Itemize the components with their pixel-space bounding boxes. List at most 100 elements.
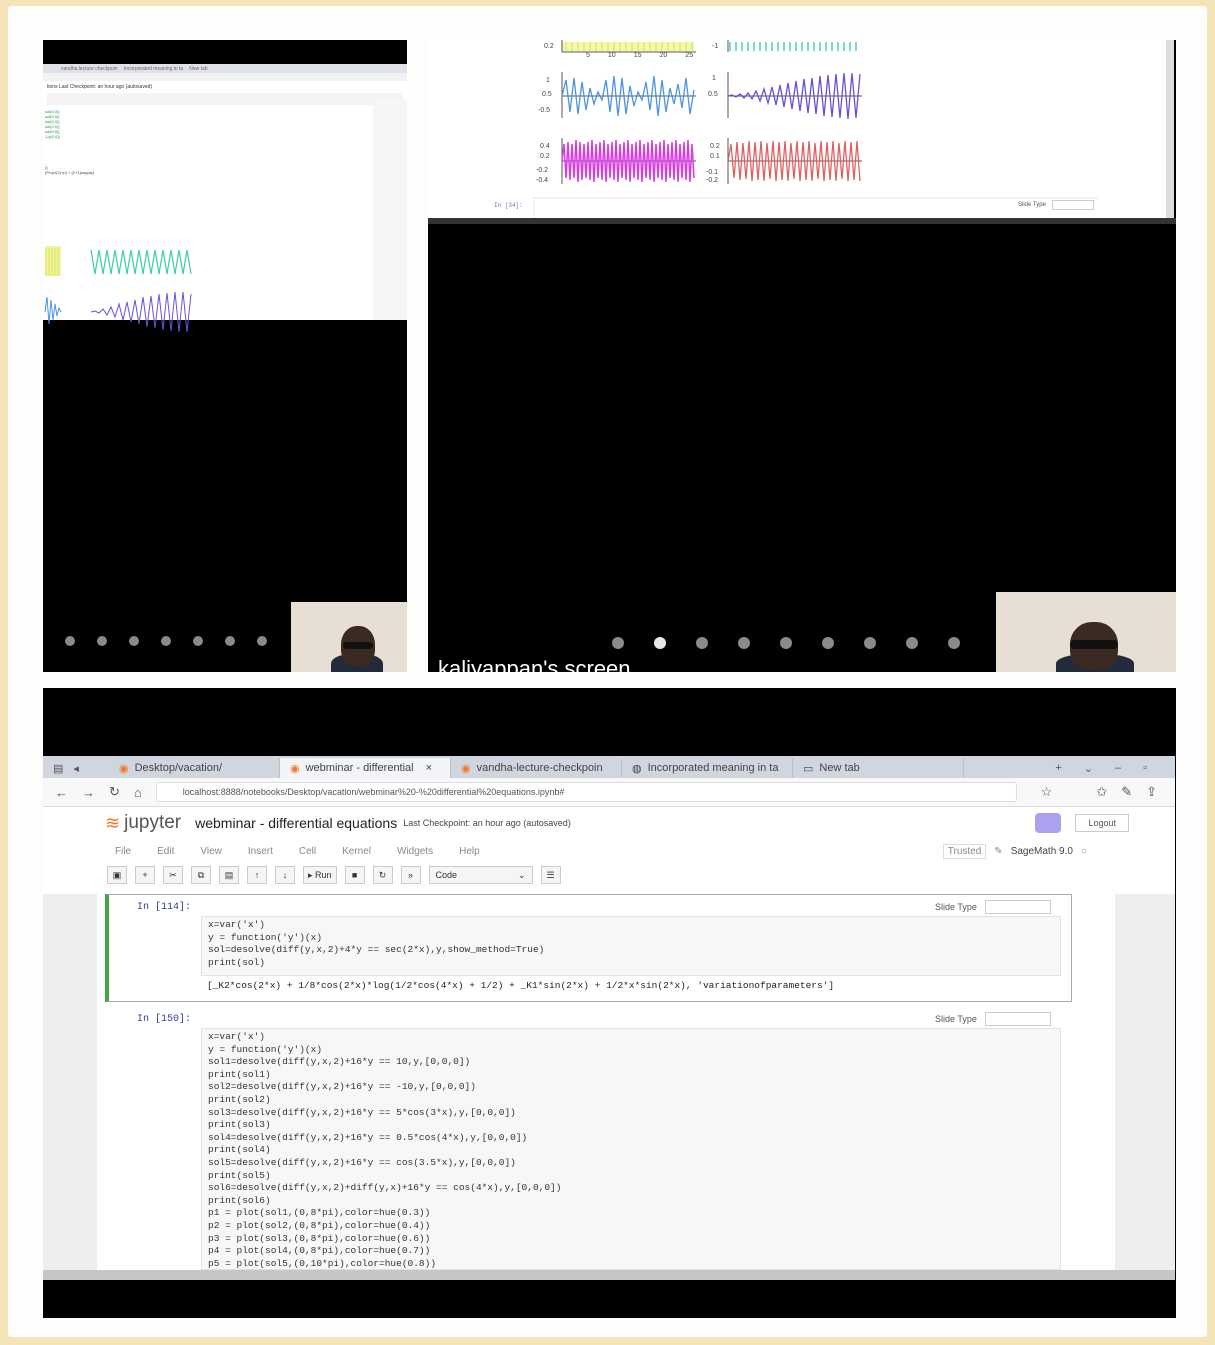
menu-widgets[interactable]: Widgets [397, 846, 433, 857]
cell-type-value: Code [435, 870, 458, 880]
cell-output: [_K2*cos(2*x) + 1/8*cos(2*x)*log(1/2*cos… [207, 980, 835, 991]
pager-dot-active[interactable] [654, 637, 666, 649]
forward-icon[interactable]: → [82, 785, 95, 800]
browser-tab[interactable]: ◉ Desktop/vacation/ [109, 758, 280, 778]
presenter-webcam-small [291, 602, 407, 672]
menu-cell[interactable]: Cell [299, 846, 316, 857]
pager-dot[interactable] [129, 636, 139, 646]
video-tile-small[interactable]: vandha lecture checkpoin Incorporated me… [43, 40, 407, 672]
home-icon[interactable]: ⌂ [134, 785, 142, 800]
fast-forward-icon[interactable]: » [400, 866, 421, 884]
slide-type-label: Slide Type [1018, 202, 1046, 208]
slide-type-control[interactable]: Slide Type [935, 1012, 1051, 1026]
menu-file[interactable]: File [115, 846, 131, 857]
minimize-icon[interactable]: – [1115, 762, 1121, 774]
browser-tab[interactable]: ◍ Incorporated meaning in ta [622, 758, 793, 778]
new-tab-icon[interactable]: + [1055, 762, 1061, 774]
menu-kernel[interactable]: Kernel [342, 846, 371, 857]
shared-screen-plots: 0.2 -1 1 0.5 -0.5 1 0.5 0.4 0.2 -0.2 -0.… [428, 40, 1174, 218]
save-icon[interactable]: ▣ [107, 866, 127, 884]
pager-dot[interactable] [906, 637, 918, 649]
shared-scrollbar [1166, 40, 1174, 218]
jupyter-header: ≋ jupyter webminar - differential equati… [43, 807, 1175, 839]
horizontal-scrollbar[interactable] [43, 1270, 1175, 1280]
trusted-badge[interactable]: Trusted [942, 843, 987, 859]
tab-label: vandha-lecture-checkpoin [476, 762, 603, 774]
browser-window: ▤ ◂ ◉ Desktop/vacation/ ◉ webminar - diff… [43, 756, 1175, 1280]
tick-label: 5 [586, 52, 590, 59]
browser-tab[interactable]: ◉ vandha-lecture-checkpoin [451, 758, 622, 778]
menu-insert[interactable]: Insert [248, 846, 273, 857]
code-input[interactable]: x=var('x') y = function('y')(x) sol1=des… [201, 1028, 1061, 1270]
pager-dot[interactable] [822, 637, 834, 649]
logout-button[interactable]: Logout [1075, 814, 1129, 832]
pager-dot[interactable] [193, 636, 203, 646]
back-icon[interactable]: ← [55, 785, 68, 800]
menu-help[interactable]: Help [459, 846, 480, 857]
close-icon[interactable]: × [426, 762, 432, 774]
plot-grid: 0.2 -1 1 0.5 -0.5 1 0.5 0.4 0.2 -0.2 -0.… [532, 40, 1098, 218]
menu-edit[interactable]: Edit [157, 846, 174, 857]
tile-pager-dots [65, 636, 267, 646]
tab-label: Desktop/vacation/ [134, 762, 223, 774]
paste-icon[interactable]: ▤ [219, 866, 239, 884]
window-controls: ▤ ◂ [43, 758, 109, 778]
pager-dot[interactable] [225, 636, 235, 646]
command-palette-icon[interactable]: ☰ [540, 866, 561, 884]
run-button[interactable]: ▸ Run [303, 866, 337, 884]
favorites-icon[interactable]: ✩ [1096, 784, 1107, 800]
share-icon[interactable]: ⇪ [1146, 784, 1157, 800]
chevron-down-icon[interactable]: ⌄ [1084, 762, 1093, 775]
move-up-icon[interactable]: ↑ [247, 866, 267, 884]
cell-prompt: In [114]: [137, 902, 192, 913]
slide-type-label: Slide Type [935, 902, 977, 912]
cell-type-select[interactable]: Code ⌄ [428, 866, 533, 884]
browser-tab-active[interactable]: ◉ webminar - differential × [280, 758, 451, 778]
pencil-icon[interactable]: ✎ [994, 846, 1002, 857]
menu-view[interactable]: View [200, 846, 222, 857]
restore-icon[interactable]: ▫ [1143, 762, 1147, 774]
pager-dot[interactable] [738, 637, 750, 649]
pager-dot[interactable] [65, 636, 75, 646]
pager-dot[interactable] [161, 636, 171, 646]
notebook-title[interactable]: webminar - differential equations [195, 815, 397, 831]
slide-type-select[interactable] [984, 900, 1051, 914]
tick-label: 15 [633, 52, 642, 59]
url-field[interactable]: localhost:8888/notebooks/Desktop/vacatio… [155, 782, 1017, 802]
code-input[interactable]: x=var('x') y = function('y')(x) sol=deso… [201, 916, 1061, 976]
globe-icon: ◍ [632, 762, 642, 775]
slide-type-control[interactable]: Slide Type [935, 900, 1051, 914]
slide-type-select[interactable] [1051, 200, 1094, 210]
pager-dot[interactable] [257, 636, 267, 646]
shared-screen-large[interactable]: ▤ ◂ ◉ Desktop/vacation/ ◉ webminar - diff… [43, 688, 1176, 1318]
pager-dot[interactable] [97, 636, 107, 646]
pager-dot[interactable] [696, 637, 708, 649]
pager-dot[interactable] [948, 637, 960, 649]
cut-icon[interactable]: ✂ [163, 866, 183, 884]
svg-text:1: 1 [712, 75, 716, 82]
browser-tab[interactable]: ▭ New tab [793, 758, 964, 778]
slide-type-select[interactable] [984, 1012, 1051, 1026]
cell-prompt: In [150]: [137, 1014, 192, 1025]
star-icon[interactable]: ☆ [1041, 784, 1053, 800]
mini-toolbar [47, 93, 403, 105]
move-down-icon[interactable]: ↓ [275, 866, 295, 884]
refresh-icon[interactable]: ↻ [109, 784, 120, 800]
pen-icon[interactable]: ✎ [1121, 784, 1132, 800]
svg-text:1: 1 [546, 77, 550, 84]
pager-dot[interactable] [864, 637, 876, 649]
pager-dot[interactable] [780, 637, 792, 649]
mini-code-line: (Propr(2)+p) + (2+1)say(ap) [45, 170, 95, 175]
url-text: localhost:8888/notebooks/Desktop/vacatio… [182, 787, 565, 797]
back-tabs-icon[interactable]: ◂ [73, 762, 79, 775]
video-tile-main[interactable]: 0.2 -1 1 0.5 -0.5 1 0.5 0.4 0.2 -0.2 -0.… [428, 40, 1176, 672]
pager-dot[interactable] [612, 637, 624, 649]
cell-prompt: In [34]: [494, 202, 523, 209]
slide-type-control[interactable]: Slide Type [1018, 200, 1094, 210]
add-cell-icon[interactable]: + [135, 866, 155, 884]
folder-icon[interactable]: ▤ [53, 762, 63, 775]
svg-text:-0.2: -0.2 [536, 167, 548, 174]
restart-icon[interactable]: ↻ [372, 866, 393, 884]
stop-icon[interactable]: ■ [344, 866, 365, 884]
copy-icon[interactable]: ⧉ [191, 866, 211, 884]
